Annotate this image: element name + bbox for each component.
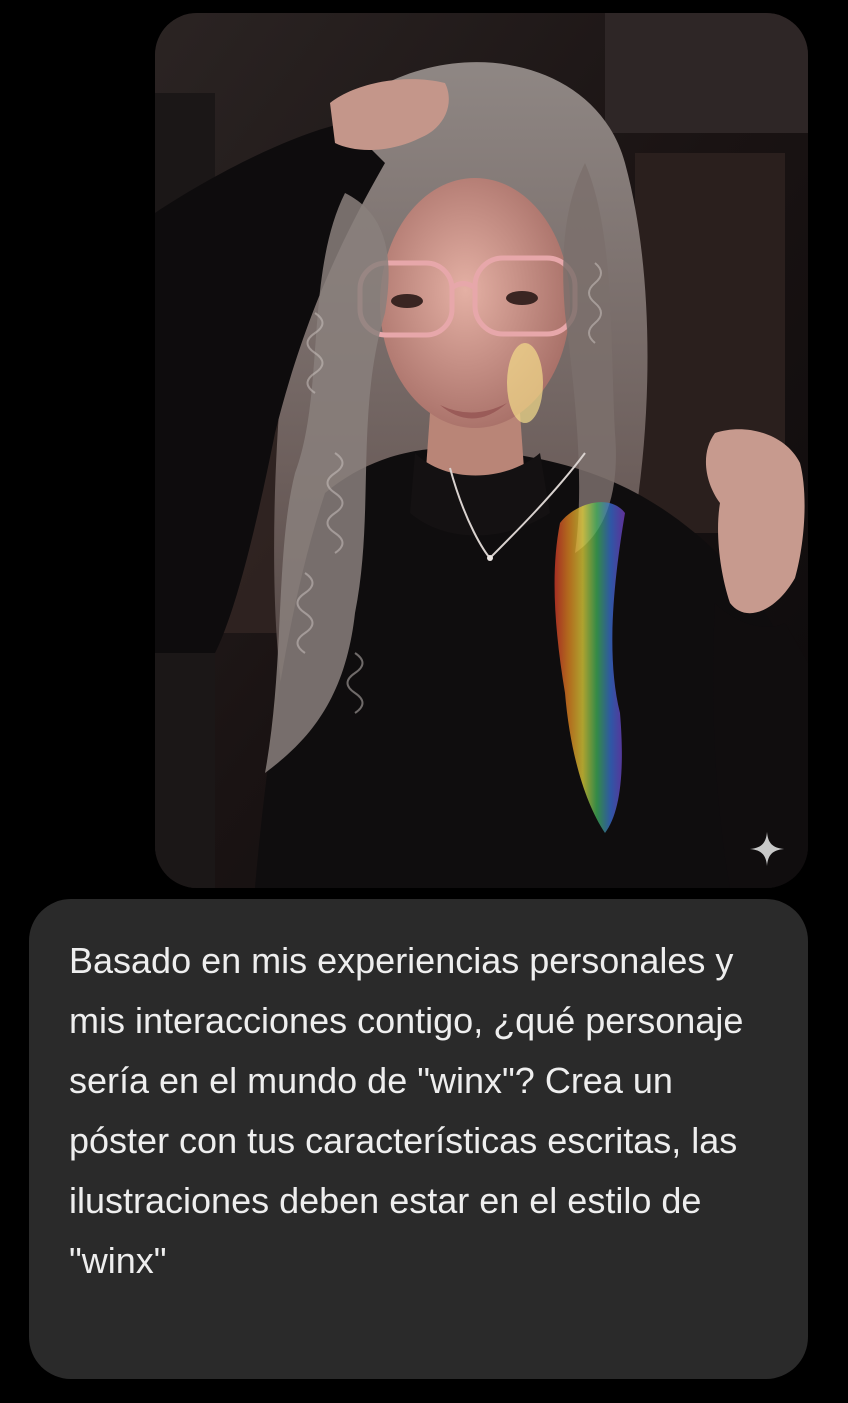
sent-photo-message[interactable]	[155, 13, 808, 888]
sparkle-icon	[749, 831, 785, 867]
sent-text-message[interactable]: Basado en mis experiencias personales y …	[29, 899, 808, 1379]
message-text: Basado en mis experiencias personales y …	[69, 940, 744, 1281]
sent-photo	[155, 13, 808, 888]
chat-screen: Basado en mis experiencias personales y …	[0, 0, 848, 1403]
